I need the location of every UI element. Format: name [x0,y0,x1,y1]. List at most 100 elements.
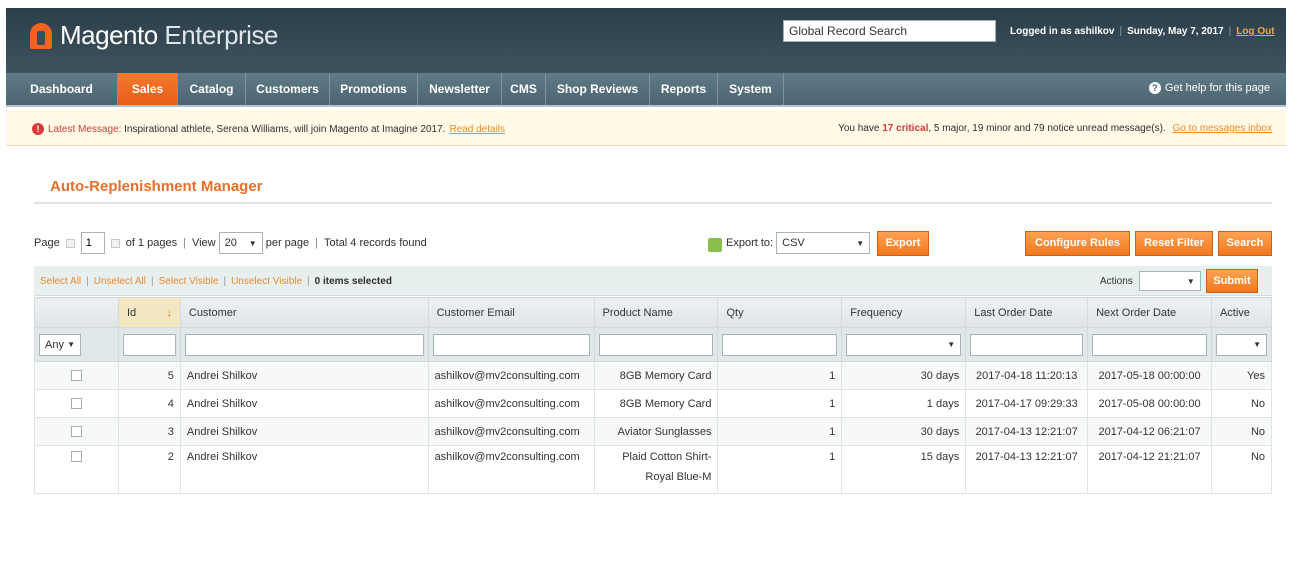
select-visible-link[interactable]: Select Visible [159,276,219,287]
filter-email-input[interactable] [432,333,590,356]
chevron-down-icon: ▼ [1186,276,1195,286]
cell-last-order: 2017-04-18 11:20:13 [965,361,1089,390]
cell-customer: Andrei Shilkov [179,445,429,494]
filter-qty-input[interactable] [722,333,838,356]
prev-page-icon[interactable] [65,238,75,248]
column-header-frequency[interactable]: Frequency [841,297,967,328]
cell-id: 5 [117,361,181,390]
table-row[interactable]: 4 Andrei Shilkov ashilkov@mv2consulting.… [34,389,1273,418]
help-icon: ? [1148,82,1161,94]
column-header-customer[interactable]: Customer [179,297,429,328]
row-checkbox[interactable] [70,426,82,437]
cell-product: 8GB Memory Card [593,389,719,418]
next-page-icon[interactable] [110,238,120,248]
filter-next-order-input[interactable] [1092,333,1207,356]
cell-id: 3 [117,417,181,446]
total-records: Total 4 records found [324,237,427,249]
nav-reports[interactable]: Reports [650,73,718,105]
nav-catalog[interactable]: Catalog [178,73,246,105]
cell-frequency: 30 days [841,417,967,446]
filter-product-input[interactable] [598,333,714,356]
system-message-bar: ! Latest Message: Inspirational athlete,… [6,110,1286,146]
unselect-all-link[interactable]: Unselect All [94,276,146,287]
row-checkbox[interactable] [70,451,82,462]
nav-newsletter[interactable]: Newsletter [418,73,502,105]
filter-select-any[interactable]: Any ▼ [39,333,81,356]
cell-frequency: 15 days [841,445,967,494]
grid-pager: Page of 1 pages | View 20▼ per page | To… [34,232,427,254]
page-label: Page [34,237,60,249]
column-header-product[interactable]: Product Name [593,297,719,328]
select-all-link[interactable]: Select All [40,276,81,287]
admin-header: Magento Enterprise Logged in as ashilkov… [6,8,1286,73]
actions-select[interactable]: ▼ [1138,271,1201,291]
export-controls: Export to: CSV ▼ [708,232,871,254]
column-header-email[interactable]: Customer Email [427,297,595,328]
cell-active: No [1210,417,1273,446]
nav-customers[interactable]: Customers [246,73,330,105]
unselect-visible-link[interactable]: Unselect Visible [231,276,302,287]
cell-id: 4 [117,389,181,418]
filter-last-order-input[interactable] [970,333,1084,356]
cell-next-order: 2017-04-12 21:21:07 [1087,445,1212,494]
brand-name: Magento [60,20,158,50]
nav-system[interactable]: System [718,73,784,105]
brand-suffix: Enterprise [164,20,278,50]
reset-filter-button[interactable]: Reset Filter [1135,231,1213,256]
nav-promotions[interactable]: Promotions [330,73,418,105]
magento-logo[interactable]: Magento Enterprise [30,20,278,51]
help-link[interactable]: ? Get help for this page [1148,82,1270,94]
latest-message-label: Latest Message: [48,123,122,135]
read-details-link[interactable]: Read details [449,124,505,135]
actions-label: Actions [1100,275,1133,287]
per-page-label: per page [265,237,310,249]
search-button[interactable]: Search [1218,231,1272,256]
column-header-active[interactable]: Active [1210,297,1273,328]
cell-email: ashilkov@mv2consulting.com [427,361,595,390]
filter-customer-input[interactable] [184,333,424,356]
per-page-select[interactable]: 20 ▼ [218,232,263,254]
nav-cms[interactable]: CMS [502,73,546,105]
cell-last-order: 2017-04-17 09:29:33 [965,389,1089,418]
messages-inbox-link[interactable]: Go to messages inbox [1173,123,1273,134]
table-row[interactable]: 3 Andrei Shilkov ashilkov@mv2consulting.… [34,417,1273,446]
cell-product: 8GB Memory Card [593,361,719,390]
cell-email: ashilkov@mv2consulting.com [427,389,595,418]
warning-icon: ! [32,123,44,135]
global-search-input[interactable] [783,20,996,42]
export-format-select[interactable]: CSV ▼ [776,232,871,254]
chevron-down-icon: ▼ [856,238,865,248]
nav-dashboard[interactable]: Dashboard [6,73,118,105]
chevron-down-icon: ▼ [947,340,956,349]
table-row[interactable]: 5 Andrei Shilkov ashilkov@mv2consulting.… [34,361,1273,390]
nav-shop-reviews[interactable]: Shop Reviews [546,73,650,105]
cell-id: 2 [117,445,181,494]
cell-frequency: 1 days [841,389,967,418]
header-user-links: Logged in as ashilkov | Sunday, May 7, 201… [1010,26,1275,37]
table-row[interactable]: 2 Andrei Shilkov ashilkov@mv2consulting.… [34,445,1273,494]
cell-qty: 1 [717,389,843,418]
cell-qty: 1 [717,361,843,390]
export-button[interactable]: Export [877,231,929,256]
cell-active: No [1210,389,1273,418]
filter-id-input[interactable] [122,333,176,356]
title-divider [34,202,1272,204]
nav-sales[interactable]: Sales [118,73,178,105]
column-header-last-order[interactable]: Last Order Date [965,297,1089,328]
massaction-bar: Select All | Unselect All | Select Visible | U… [34,266,1272,296]
configure-rules-button[interactable]: Configure Rules [1025,231,1130,256]
cell-active: Yes [1210,361,1273,390]
row-checkbox[interactable] [70,370,82,381]
filter-frequency-select[interactable]: ▼ [846,333,962,356]
cell-email: ashilkov@mv2consulting.com [427,417,595,446]
column-header-id[interactable]: Id ↓ [117,297,181,328]
submit-button[interactable]: Submit [1206,269,1258,293]
logout-link[interactable]: Log Out [1236,26,1274,37]
column-header-next-order[interactable]: Next Order Date [1087,297,1212,328]
filter-active-select[interactable]: ▼ [1215,333,1267,356]
row-checkbox[interactable] [70,398,82,409]
page-number-input[interactable] [80,232,105,254]
cell-next-order: 2017-05-08 00:00:00 [1087,389,1212,418]
column-header-qty[interactable]: Qty [717,297,843,328]
chevron-down-icon: ▼ [1253,340,1261,349]
